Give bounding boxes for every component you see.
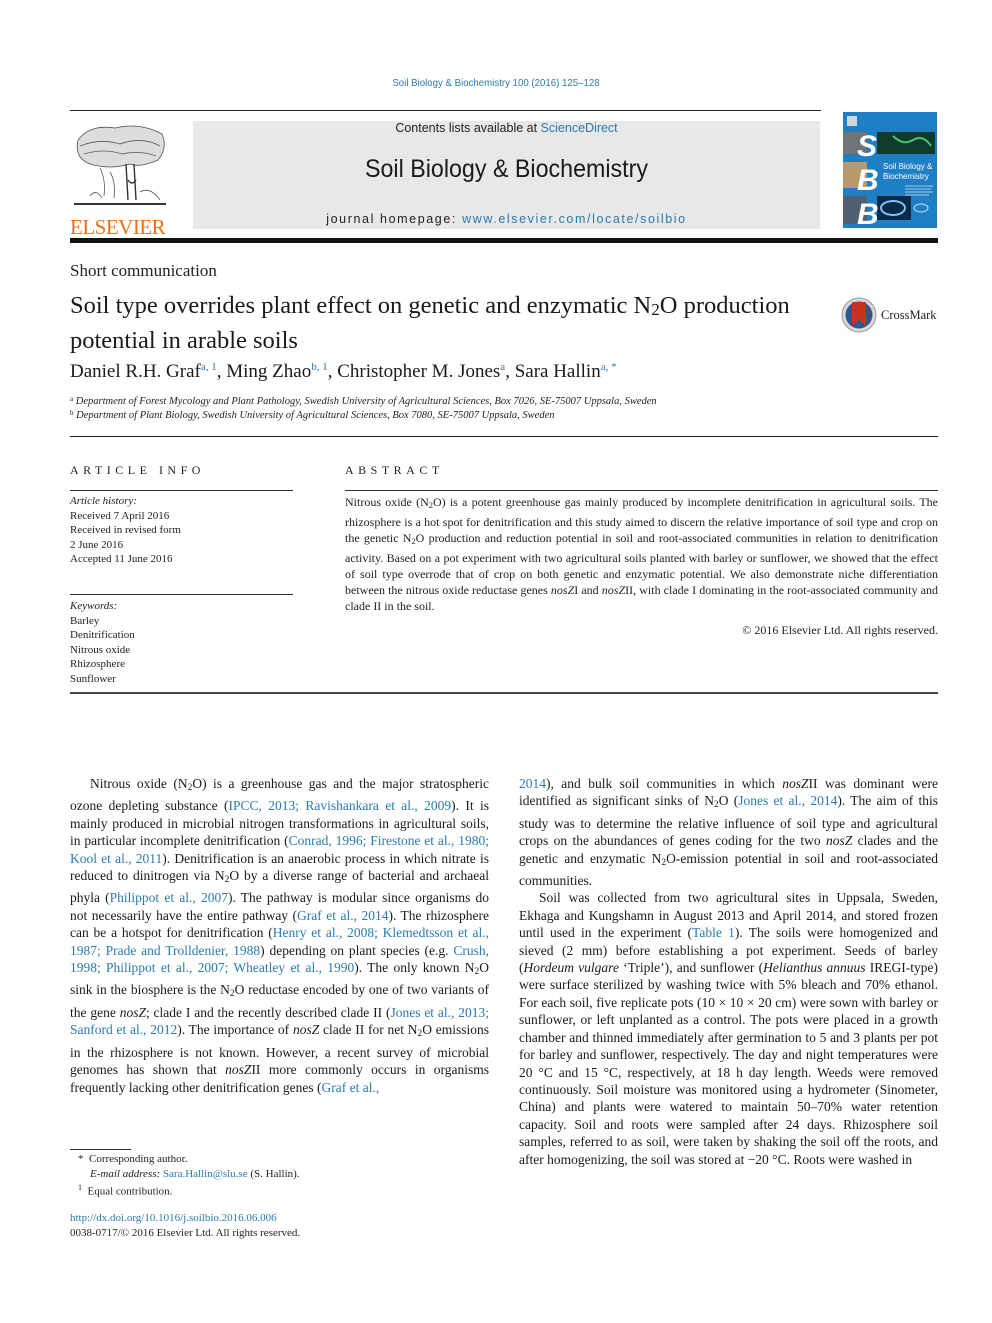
keywords-label: Keywords:: [70, 600, 118, 612]
author[interactable]: Daniel R.H. Grafa, 1: [70, 361, 217, 382]
citation-link[interactable]: IPCC, 2013; Ravishankara et al., 2009: [229, 798, 452, 813]
citation-link[interactable]: Graf et al., 2014: [297, 908, 388, 923]
keywords: Keywords: Barley Denitrification Nitrous…: [70, 599, 135, 686]
cover-title-line1: Soil Biology &: [883, 162, 933, 171]
author[interactable]: Sara Hallina, *: [515, 361, 617, 382]
contents-line: Contents lists available at ScienceDirec…: [193, 121, 820, 135]
body-paragraph: 2014), and bulk soil communities in whic…: [519, 776, 938, 889]
abstract-heading: ABSTRACT: [345, 463, 444, 477]
keyword: Sunflower: [70, 672, 116, 685]
homepage-prefix: journal homepage:: [326, 212, 463, 226]
abstract-bottom-rule: [70, 692, 938, 694]
keyword: Nitrous oxide: [70, 643, 131, 656]
author[interactable]: Christopher M. Jonesa: [337, 361, 505, 382]
footnotes: * Corresponding author. E-mail address: …: [78, 1152, 300, 1199]
affiliation-b: b Department of Plant Biology, Swedish U…: [70, 409, 555, 421]
history-item: Received 7 April 2016: [70, 509, 170, 522]
crossmark-label: CrossMark: [881, 308, 937, 322]
abstract-copyright: © 2016 Elsevier Ltd. All rights reserved…: [742, 623, 938, 637]
journal-cover-art: S B B Soil Biology & Biochemistry: [843, 112, 937, 228]
homepage-link[interactable]: www.elsevier.com/locate/soilbio: [462, 212, 687, 226]
cover-letter-b1: B: [857, 164, 879, 197]
article-info-heading: ARTICLE INFO: [70, 463, 205, 477]
elsevier-tree-icon: [74, 125, 166, 205]
article-info-rule: [70, 490, 293, 491]
author[interactable]: Ming Zhaob, 1: [226, 361, 327, 382]
abstract-text: Nitrous oxide (N2O) is a potent greenhou…: [345, 495, 939, 613]
cover-letter-b2: B: [857, 198, 879, 228]
history-item: Received in revised form: [70, 524, 181, 536]
citation-link[interactable]: Jones et al., 2014: [738, 793, 837, 808]
journal-reference[interactable]: Soil Biology & Biochemistry 100 (2016) 1…: [40, 77, 953, 89]
article-history: Article history: Received 7 April 2016 R…: [70, 494, 181, 567]
table-link[interactable]: Table 1: [692, 925, 735, 940]
sciencedirect-link[interactable]: ScienceDirect: [541, 121, 618, 135]
crossmark-badge[interactable]: CrossMark: [840, 296, 940, 334]
email-note: E-mail address: Sara.Hallin@slu.se (S. H…: [90, 1167, 300, 1180]
issn-copyright: 0038-0717/© 2016 Elsevier Ltd. All right…: [70, 1227, 301, 1239]
footnote-rule: [70, 1149, 131, 1150]
keyword: Barley: [70, 614, 100, 627]
history-item: 2 June 2016: [70, 538, 124, 551]
equal-contribution-note: 1 Equal contribution.: [78, 1183, 173, 1198]
citation-link[interactable]: Graf et al.,: [322, 1080, 380, 1095]
corresponding-author-note: * Corresponding author.: [78, 1153, 188, 1165]
header-rule: [70, 110, 821, 111]
history-item: Accepted 11 June 2016: [70, 553, 173, 565]
elsevier-wordmark: ELSEVIER: [70, 215, 166, 239]
abstract-rule: [345, 490, 938, 491]
doi-link[interactable]: http://dx.doi.org/10.1016/j.soilbio.2016…: [70, 1212, 277, 1224]
body-column-right: 2014), and bulk soil communities in whic…: [519, 775, 938, 1168]
body-column-left: Nitrous oxide (N2O) is a greenhouse gas …: [70, 775, 489, 1096]
article-type: Short communication: [70, 261, 217, 280]
citation-link[interactable]: 2014: [519, 776, 546, 791]
body-paragraph: Soil was collected from two agricultural…: [519, 890, 939, 1167]
header-thick-rule: [70, 238, 938, 243]
contents-prefix: Contents lists available at: [395, 121, 541, 135]
journal-cover[interactable]: S B B Soil Biology & Biochemistry: [843, 112, 937, 228]
elsevier-logo[interactable]: ELSEVIER: [70, 120, 172, 239]
author-list: Daniel R.H. Grafa, 1, Ming Zhaob, 1, Chr…: [70, 361, 617, 382]
homepage-line: journal homepage: www.elsevier.com/locat…: [193, 212, 820, 226]
journal-title[interactable]: Soil Biology & Biochemistry: [215, 155, 798, 184]
email-link[interactable]: Sara.Hallin@slu.se: [163, 1168, 248, 1180]
section-rule: [70, 436, 938, 437]
affiliation-a: a Department of Forest Mycology and Plan…: [70, 395, 657, 407]
article-title: Soil type overrides plant effect on gene…: [70, 292, 790, 354]
journal-reference-text[interactable]: Soil Biology & Biochemistry 100 (2016) 1…: [392, 77, 599, 89]
body-paragraph: Nitrous oxide (N2O) is a greenhouse gas …: [70, 776, 490, 1095]
keywords-rule: [70, 594, 293, 595]
keyword: Denitrification: [70, 629, 135, 641]
doi-block: http://dx.doi.org/10.1016/j.soilbio.2016…: [70, 1211, 300, 1241]
keyword: Rhizosphere: [70, 658, 125, 670]
cover-letter-s: S: [857, 130, 877, 163]
cover-title-line2: Biochemistry: [883, 172, 929, 181]
history-label: Article history:: [70, 495, 137, 507]
crossmark-icon: [841, 297, 877, 333]
citation-link[interactable]: Philippot et al., 2007: [110, 890, 228, 905]
